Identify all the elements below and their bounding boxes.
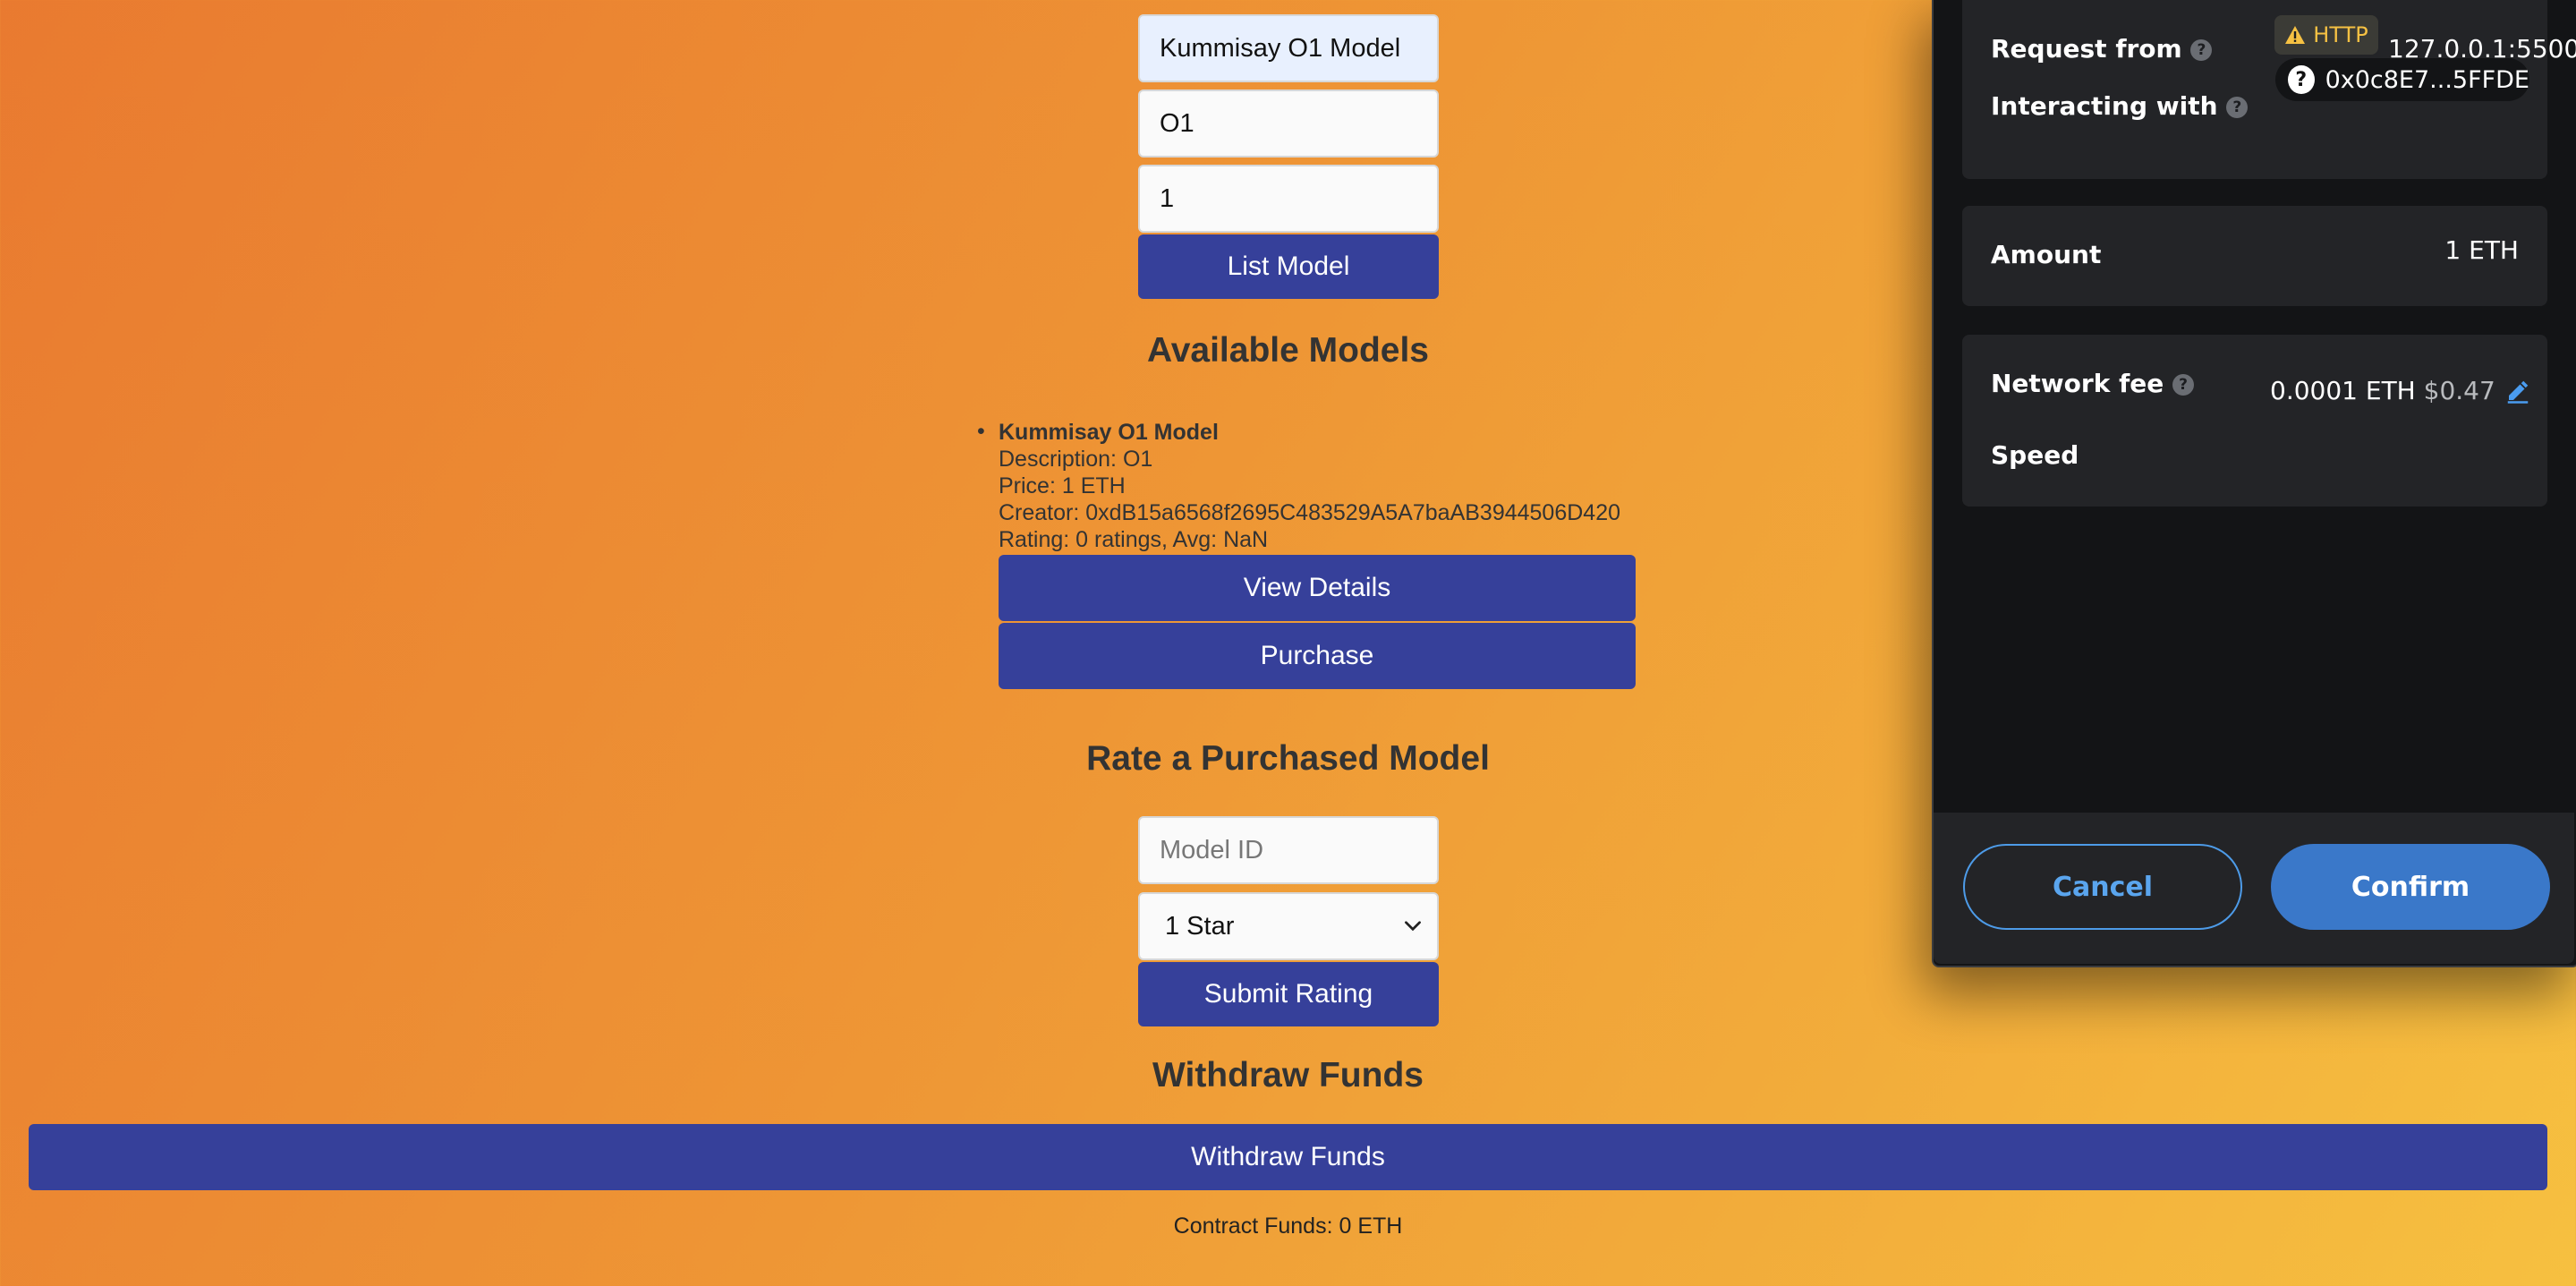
list-item: Kummisay O1 Model Description: O1 Price:… bbox=[999, 419, 1620, 553]
interacting-with-label: Interacting with bbox=[1991, 91, 2218, 121]
list-bullet: • bbox=[977, 419, 985, 444]
request-details-card: Request from ? HTTP 127.0.0.1:5500 Inter… bbox=[1962, 0, 2576, 179]
edit-fee-icon[interactable] bbox=[2504, 378, 2531, 405]
model-price-value: 1 bbox=[1160, 183, 1175, 213]
contract-address-value: 0x0c8E7...5FFDE bbox=[2325, 65, 2529, 94]
model-name-value: Kummisay O1 Model bbox=[1160, 33, 1401, 63]
http-warning-badge: HTTP bbox=[2274, 15, 2378, 55]
view-details-button[interactable]: View Details bbox=[999, 555, 1636, 621]
model-description: Description: O1 bbox=[999, 447, 1153, 472]
confirm-button[interactable]: Confirm bbox=[2271, 844, 2550, 930]
contract-funds-text: Contract Funds: 0 ETH bbox=[1173, 1214, 1403, 1239]
network-fee-label: Network fee bbox=[1991, 369, 2164, 398]
chevron-down-icon bbox=[1405, 921, 1421, 932]
http-badge-label: HTTP bbox=[2313, 22, 2368, 47]
unknown-contract-icon: ? bbox=[2288, 65, 2315, 94]
withdraw-heading: Withdraw Funds bbox=[1152, 1056, 1424, 1094]
submit-rating-button[interactable]: Submit Rating bbox=[1138, 962, 1439, 1026]
speed-label: Speed bbox=[1991, 440, 2079, 470]
withdraw-funds-button[interactable]: Withdraw Funds bbox=[29, 1124, 2547, 1190]
model-title: Kummisay O1 Model bbox=[999, 420, 1219, 445]
model-description-input[interactable]: O1 bbox=[1138, 89, 1439, 158]
cancel-button[interactable]: Cancel bbox=[1963, 844, 2242, 930]
interacting-with-row: Interacting with ? bbox=[1991, 91, 2249, 121]
wallet-confirmation-panel: Request from ? HTTP 127.0.0.1:5500 Inter… bbox=[1932, 0, 2576, 967]
list-model-button[interactable]: List Model bbox=[1138, 234, 1439, 299]
help-icon[interactable]: ? bbox=[2226, 97, 2249, 118]
warning-icon bbox=[2285, 26, 2306, 44]
help-icon[interactable]: ? bbox=[2172, 374, 2195, 396]
model-price: Price: 1 ETH bbox=[999, 473, 1126, 498]
model-price-input[interactable]: 1 bbox=[1138, 165, 1439, 233]
purchase-button[interactable]: Purchase bbox=[999, 623, 1636, 689]
network-fee-eth: 0.0001 ETH bbox=[2270, 376, 2416, 405]
network-fee-row: Network fee ? bbox=[1991, 369, 2195, 398]
star-rating-select[interactable]: 1 Star bbox=[1138, 892, 1439, 960]
model-description-value: O1 bbox=[1160, 108, 1194, 138]
network-fee-value: 0.0001 ETH $0.47 bbox=[2270, 376, 2495, 405]
model-rating: Rating: 0 ratings, Avg: NaN bbox=[999, 527, 1269, 552]
wallet-footer: Cancel Confirm bbox=[1934, 813, 2574, 964]
amount-card: Amount 1 ETH bbox=[1962, 206, 2547, 306]
network-fee-card: Network fee ? 0.0001 ETH $0.47 Speed bbox=[1962, 335, 2547, 507]
model-name-input[interactable]: Kummisay O1 Model bbox=[1138, 14, 1439, 82]
model-id-placeholder: Model ID bbox=[1160, 835, 1264, 864]
network-fee-usd: $0.47 bbox=[2423, 376, 2495, 405]
model-creator: Creator: 0xdB15a6568f2695C483529A5A7baAB… bbox=[999, 500, 1621, 525]
request-from-label: Request from bbox=[1991, 34, 2182, 64]
model-id-input[interactable]: Model ID bbox=[1138, 816, 1439, 884]
amount-value: 1 ETH bbox=[2444, 235, 2519, 265]
help-icon[interactable]: ? bbox=[2190, 39, 2213, 61]
contract-address-pill[interactable]: ? 0x0c8E7...5FFDE bbox=[2275, 58, 2529, 101]
star-rating-value: 1 Star bbox=[1165, 911, 1235, 941]
request-from-row: Request from ? bbox=[1991, 34, 2213, 64]
amount-label: Amount bbox=[1991, 240, 2102, 269]
